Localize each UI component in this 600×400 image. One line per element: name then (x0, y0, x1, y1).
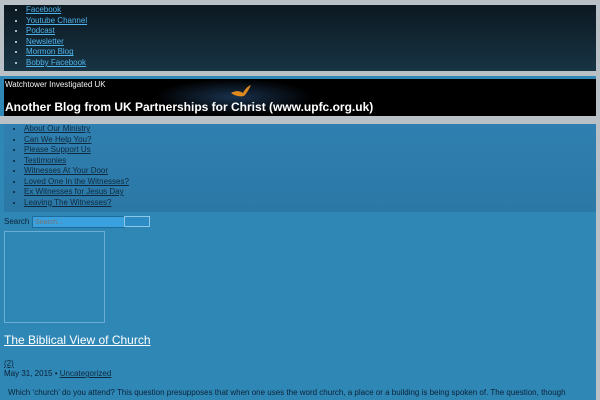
nav-list: About Our Ministry Can We Help You? Plea… (4, 124, 596, 208)
search-input[interactable] (32, 216, 126, 228)
social-link-item: Mormon Blog (26, 47, 596, 58)
site-name: Watchtower Investigated UK (5, 80, 106, 89)
site-header: Watchtower Investigated UK Another Blog … (4, 79, 596, 116)
top-strip: Facebook Youtube Channel Podcast Newslet… (0, 0, 600, 76)
nav-leaving-the-witnesses[interactable]: Leaving The Witnesses? (24, 198, 111, 207)
social-links-bar: Facebook Youtube Channel Podcast Newslet… (4, 5, 596, 71)
social-link-item: Facebook (26, 5, 596, 16)
nav-item: Can We Help You? (24, 135, 596, 146)
social-links-list: Facebook Youtube Channel Podcast Newslet… (4, 5, 596, 69)
post-meta: May 31, 2015 • Uncategorized (4, 369, 111, 378)
post-date: May 31, 2015 (4, 369, 53, 378)
bird-logo-icon (231, 85, 251, 97)
mormon-blog-link[interactable]: Mormon Blog (26, 47, 74, 56)
nav-item: Ex Witnesses for Jesus Day (24, 187, 596, 198)
nav-item: Please Support Us (24, 145, 596, 156)
nav-please-support-us[interactable]: Please Support Us (24, 145, 91, 154)
post-excerpt: Which ‘church’ do you attend? This quest… (8, 388, 566, 397)
category-link[interactable]: Uncategorized (60, 369, 112, 378)
nav-item: About Our Ministry (24, 124, 596, 135)
facebook-link[interactable]: Facebook (26, 5, 61, 14)
page: Facebook Youtube Channel Podcast Newslet… (0, 0, 600, 400)
bobby-facebook-link[interactable]: Bobby Facebook (26, 58, 86, 67)
podcast-link[interactable]: Podcast (26, 26, 55, 35)
nav-testimonies[interactable]: Testimonies (24, 156, 66, 165)
nav-loved-one-in-witnesses[interactable]: Loved One In the Witnesses? (24, 177, 129, 186)
right-edge-strip (596, 0, 600, 400)
post-thumbnail[interactable] (4, 231, 105, 323)
social-link-item: Youtube Channel (26, 16, 596, 27)
nav-item: Witnesses At Your Door (24, 166, 596, 177)
nav-item: Loved One In the Witnesses? (24, 177, 596, 188)
nav-item: Testimonies (24, 156, 596, 167)
main-nav: About Our Ministry Can We Help You? Plea… (4, 124, 596, 212)
separator-strip (0, 116, 600, 124)
search-label: Search (4, 217, 30, 226)
social-link-item: Bobby Facebook (26, 58, 596, 69)
blog-title[interactable]: Another Blog from UK Partnerships for Ch… (5, 100, 373, 114)
nav-about-our-ministry[interactable]: About Our Ministry (24, 124, 90, 133)
meta-separator: • (52, 369, 60, 378)
post-title-link[interactable]: The Biblical View of Church (4, 333, 151, 347)
social-link-item: Podcast (26, 26, 596, 37)
youtube-channel-link[interactable]: Youtube Channel (26, 16, 87, 25)
newsletter-link[interactable]: Newsletter (26, 37, 64, 46)
nav-item: Leaving The Witnesses? (24, 198, 596, 209)
nav-witnesses-at-your-door[interactable]: Witnesses At Your Door (24, 166, 108, 175)
nav-can-we-help-you[interactable]: Can We Help You? (24, 135, 91, 144)
social-link-item: Newsletter (26, 37, 596, 48)
nav-ex-witnesses-for-jesus-day[interactable]: Ex Witnesses for Jesus Day (24, 187, 124, 196)
comments-link[interactable]: (2) (4, 359, 14, 368)
search-button[interactable] (124, 216, 150, 227)
